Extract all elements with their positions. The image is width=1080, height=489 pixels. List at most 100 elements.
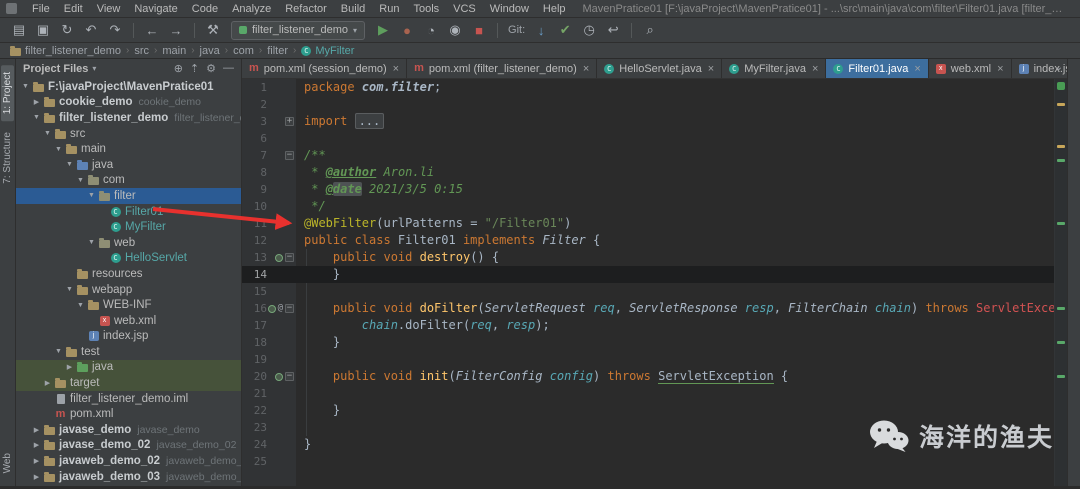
override-marker-icon[interactable] bbox=[267, 304, 276, 313]
menu-run[interactable]: Run bbox=[372, 2, 406, 16]
tree-item[interactable]: ▶ target bbox=[16, 375, 241, 391]
tree-toggle-icon[interactable]: ▼ bbox=[53, 348, 64, 355]
run-icon[interactable]: ▶ bbox=[372, 20, 394, 40]
breadcrumb-item[interactable]: C MyFilter bbox=[301, 45, 354, 57]
menu-file[interactable]: File bbox=[25, 2, 57, 16]
tab-close-icon[interactable]: × bbox=[393, 63, 399, 75]
menu-tools[interactable]: Tools bbox=[406, 2, 446, 16]
tool-window-button-web[interactable]: Web bbox=[1, 446, 14, 480]
fold-marker-icon[interactable]: − bbox=[285, 304, 294, 313]
tree-toggle-icon[interactable]: ▶ bbox=[31, 473, 42, 481]
tree-item[interactable]: ▶ javaweb_demo_03 javaweb_demo_03 bbox=[16, 469, 241, 485]
stripe-mark[interactable] bbox=[1057, 222, 1065, 225]
tree-item[interactable]: ▼ test bbox=[16, 344, 241, 360]
project-view-selector[interactable]: Project Files ▾ bbox=[23, 63, 96, 75]
tree-item[interactable]: filter_listener_demo.iml bbox=[16, 391, 241, 407]
tree-item[interactable]: ▶ javaweb_demo_02 javaweb_demo_02 bbox=[16, 453, 241, 469]
tree-item[interactable]: C Filter01 bbox=[16, 204, 241, 220]
tree-item[interactable]: ▶ cookie_demo cookie_demo bbox=[16, 95, 241, 111]
sync-icon[interactable]: ↻ bbox=[56, 20, 78, 40]
editor-tab[interactable]: C MyFilter.java × bbox=[722, 59, 827, 78]
tree-toggle-icon[interactable]: ▼ bbox=[53, 146, 64, 153]
tree-toggle-icon[interactable]: ▶ bbox=[64, 363, 75, 371]
menu-edit[interactable]: Edit bbox=[57, 2, 90, 16]
undo-icon[interactable]: ↶ bbox=[80, 20, 102, 40]
stripe-mark[interactable] bbox=[1057, 159, 1065, 162]
tree-toggle-icon[interactable]: ▼ bbox=[42, 130, 53, 137]
menu-view[interactable]: View bbox=[90, 2, 128, 16]
locate-icon[interactable]: ⊕ bbox=[174, 62, 183, 75]
hide-panel-icon[interactable]: — bbox=[223, 62, 234, 75]
collapse-all-icon[interactable]: ⇡ bbox=[190, 62, 199, 75]
breadcrumb-item[interactable]: main bbox=[162, 45, 186, 57]
redo-icon[interactable]: ↷ bbox=[104, 20, 126, 40]
profiler-icon[interactable]: ◉ bbox=[444, 20, 466, 40]
search-icon[interactable]: ⌕ bbox=[639, 20, 661, 40]
tree-toggle-icon[interactable]: ▼ bbox=[86, 192, 97, 199]
tab-close-icon[interactable]: × bbox=[914, 63, 920, 75]
tree-item[interactable]: ▼ web bbox=[16, 235, 241, 251]
git-update-icon[interactable]: ↓ bbox=[530, 20, 552, 40]
breadcrumb-item[interactable]: filter bbox=[267, 45, 288, 57]
tree-item[interactable]: m pom.xml bbox=[16, 406, 241, 422]
stripe-mark[interactable] bbox=[1057, 341, 1065, 344]
tree-toggle-icon[interactable]: ▼ bbox=[75, 302, 86, 309]
tree-item[interactable]: j index.jsp bbox=[16, 329, 241, 345]
tree-item[interactable]: ▼ filter bbox=[16, 188, 241, 204]
tool-window-button-7-structure[interactable]: 7: Structure bbox=[1, 125, 14, 191]
tree-item[interactable]: ▶ java bbox=[16, 359, 241, 376]
editor-tab[interactable]: C Filter01.java × bbox=[826, 59, 929, 78]
fold-marker-icon[interactable]: − bbox=[285, 151, 294, 160]
error-stripe[interactable] bbox=[1054, 79, 1067, 486]
coverage-icon[interactable]: ◔ bbox=[420, 20, 442, 40]
tree-item[interactable]: ▶ javase_demo_02 javase_demo_02 bbox=[16, 438, 241, 454]
tree-item[interactable]: ▼ java bbox=[16, 157, 241, 173]
save-all-icon[interactable]: ▣ bbox=[32, 20, 54, 40]
menu-refactor[interactable]: Refactor bbox=[278, 2, 334, 16]
menu-window[interactable]: Window bbox=[483, 2, 536, 16]
editor-tab[interactable]: m pom.xml (session_demo) × bbox=[242, 59, 408, 78]
tree-toggle-icon[interactable]: ▶ bbox=[31, 441, 42, 449]
tree-item[interactable]: ▼ webapp bbox=[16, 282, 241, 298]
tree-item[interactable]: ▼ src bbox=[16, 126, 241, 142]
override-marker-icon[interactable] bbox=[275, 253, 283, 262]
breadcrumb-item[interactable]: java bbox=[200, 45, 220, 57]
git-rollback-icon[interactable]: ↩ bbox=[602, 20, 624, 40]
editor-tab[interactable]: m pom.xml (filter_listener_demo) × bbox=[407, 59, 598, 78]
tree-item[interactable]: ▼ F:\javaProject\MavenPratice01 bbox=[16, 79, 241, 95]
tree-toggle-icon[interactable]: ▼ bbox=[86, 239, 97, 246]
fold-marker-icon[interactable]: − bbox=[285, 372, 294, 381]
stop-icon[interactable]: ■ bbox=[468, 20, 490, 40]
menu-navigate[interactable]: Navigate bbox=[127, 2, 184, 16]
tree-toggle-icon[interactable]: ▼ bbox=[75, 177, 86, 184]
settings-icon[interactable]: ⚙ bbox=[206, 62, 216, 75]
git-history-icon[interactable]: ◷ bbox=[578, 20, 600, 40]
tree-item[interactable]: ▼ com bbox=[16, 173, 241, 189]
tree-item[interactable]: ▼ WEB-INF bbox=[16, 297, 241, 313]
tab-close-icon[interactable]: × bbox=[583, 63, 589, 75]
menu-code[interactable]: Code bbox=[185, 2, 225, 16]
tab-close-icon[interactable]: × bbox=[812, 63, 818, 75]
tree-toggle-icon[interactable]: ▶ bbox=[31, 457, 42, 465]
tree-item[interactable]: resources bbox=[16, 266, 241, 282]
stripe-mark[interactable] bbox=[1057, 375, 1065, 378]
tree-item[interactable]: C MyFilter bbox=[16, 219, 241, 235]
breadcrumb-item[interactable]: src bbox=[134, 45, 149, 57]
tree-toggle-icon[interactable]: ▼ bbox=[31, 114, 42, 121]
tree-toggle-icon[interactable]: ▶ bbox=[31, 426, 42, 434]
tree-item[interactable]: x web.xml bbox=[16, 313, 241, 329]
tree-toggle-icon[interactable]: ▼ bbox=[20, 83, 31, 90]
tree-toggle-icon[interactable]: ▼ bbox=[64, 161, 75, 168]
breadcrumb-item[interactable]: filter_listener_demo bbox=[10, 45, 121, 57]
fold-marker-icon[interactable]: + bbox=[285, 117, 294, 126]
build-icon[interactable]: ⚒ bbox=[202, 20, 224, 40]
menu-help[interactable]: Help bbox=[536, 2, 573, 16]
inspections-ok-indicator[interactable] bbox=[1057, 82, 1065, 90]
stripe-mark[interactable] bbox=[1057, 145, 1065, 148]
tab-close-icon[interactable]: × bbox=[997, 63, 1003, 75]
tree-item[interactable]: ▼ main bbox=[16, 141, 241, 157]
menu-vcs[interactable]: VCS bbox=[446, 2, 483, 16]
editor-tab[interactable]: C HelloServlet.java × bbox=[597, 59, 723, 78]
tree-toggle-icon[interactable]: ▼ bbox=[64, 286, 75, 293]
tree-item[interactable]: ▶ javase_demo javase_demo bbox=[16, 422, 241, 438]
